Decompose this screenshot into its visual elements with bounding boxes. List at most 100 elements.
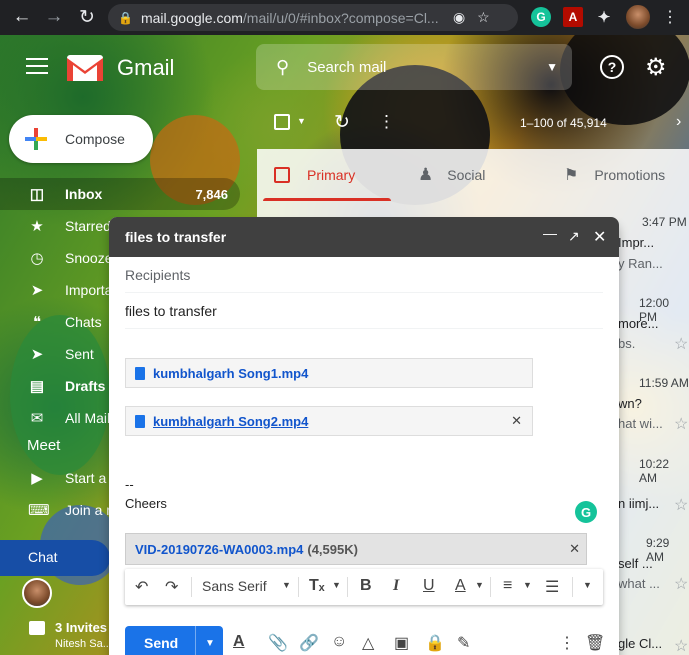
tab-primary[interactable]: Primary — [274, 149, 355, 201]
main-menu-icon[interactable] — [26, 58, 48, 76]
chat-avatar[interactable] — [22, 578, 52, 608]
select-dropdown-icon[interactable]: ▼ — [297, 116, 306, 126]
row-time: 10:22 AM — [639, 457, 670, 485]
video-attachment-name[interactable]: VID-20190726-WA0003.mp4 — [135, 542, 303, 557]
underline-icon[interactable]: U — [423, 577, 435, 595]
text-color-icon[interactable]: A — [455, 577, 466, 595]
reload-icon[interactable]: ↻ — [73, 3, 101, 31]
tab-promotions[interactable]: ⚑ Promotions — [564, 149, 665, 201]
insert-photo-icon[interactable]: ▣ — [394, 633, 409, 653]
italic-icon[interactable]: I — [393, 577, 399, 595]
send-button[interactable]: Send ▼ — [125, 626, 223, 655]
redo-icon[interactable]: ↷ — [165, 577, 178, 597]
remove-attachment-icon[interactable]: ✕ — [511, 413, 522, 429]
star-toggle-icon[interactable]: ☆ — [674, 636, 688, 655]
row-snippet[interactable]: self ... — [618, 556, 688, 571]
star-toggle-icon[interactable]: ☆ — [674, 574, 688, 594]
compose-label: Compose — [65, 131, 125, 147]
text-color-dropdown-icon[interactable]: ▼ — [475, 580, 484, 590]
confidential-mode-icon[interactable]: 🔒 — [425, 633, 445, 653]
select-all-checkbox[interactable] — [274, 114, 290, 130]
attachment-chip[interactable]: kumbhalgarh Song2.mp4 ✕ — [125, 406, 533, 436]
bold-icon[interactable]: B — [360, 577, 372, 595]
font-dropdown-icon[interactable]: ▼ — [282, 580, 291, 590]
grammarly-extension-icon[interactable]: G — [531, 7, 551, 27]
address-bar[interactable]: 🔒 mail.google.com/mail/u/0/#inbox?compos… — [108, 4, 518, 31]
row-snippet[interactable]: Impr... — [618, 235, 688, 250]
settings-gear-icon[interactable]: ⚙ — [645, 53, 667, 82]
attachment-name[interactable]: kumbhalgarh Song1.mp4 — [153, 366, 308, 381]
video-attachment-size: (4,595K) — [307, 541, 358, 557]
insert-link-icon[interactable]: 🔗 — [299, 633, 319, 653]
fullscreen-icon[interactable]: ↗ — [568, 228, 580, 245]
video-attachment-chip[interactable]: VID-20190726-WA0003.mp4 (4,595K) ✕ — [125, 533, 587, 565]
bookmark-star-icon[interactable]: ☆ — [477, 9, 490, 26]
search-bar[interactable]: ⚲ Search mail ▼ — [256, 44, 572, 90]
attach-file-icon[interactable]: 📎 — [268, 633, 288, 653]
next-page-icon[interactable]: › — [676, 113, 681, 131]
remove-attachment-icon[interactable]: ✕ — [569, 541, 580, 557]
draft-icon: ▤ — [29, 378, 45, 395]
align-dropdown-icon[interactable]: ▼ — [523, 580, 532, 590]
send-icon: ➤ — [30, 346, 44, 363]
profile-avatar[interactable] — [626, 5, 650, 29]
app-name: Gmail — [117, 55, 175, 80]
sidebar-item-inbox[interactable]: ◫ Inbox 7,846 — [0, 178, 240, 210]
toolbar-divider — [298, 577, 299, 597]
pagination-range: 1–100 of 45,914 — [520, 116, 607, 130]
search-input[interactable]: Search mail — [307, 59, 386, 76]
gmail-logo-icon — [67, 55, 103, 81]
videocam-icon: ▶ — [31, 470, 43, 487]
invites-label[interactable]: 3 Invites — [55, 620, 107, 635]
browser-menu-icon[interactable]: ⋮ — [656, 3, 684, 31]
emoji-icon[interactable]: ☺ — [331, 633, 347, 651]
text-size-icon[interactable]: Tₓ — [309, 577, 325, 595]
grammarly-icon[interactable]: G — [575, 501, 597, 523]
tab-social[interactable]: ♟ Social — [418, 149, 485, 201]
sidebar-item-label: Inbox — [65, 186, 103, 202]
recipients-field[interactable]: Recipients — [125, 257, 603, 293]
undo-icon[interactable]: ↶ — [135, 577, 148, 597]
discard-draft-icon[interactable]: 🗑 — [585, 633, 605, 653]
search-options-icon[interactable]: ▼ — [546, 60, 558, 74]
row-snippet[interactable]: more... — [618, 316, 688, 331]
toolbar-divider — [191, 577, 192, 597]
signature-pen-icon[interactable]: ✎ — [457, 633, 470, 653]
help-icon[interactable]: ? — [600, 55, 624, 79]
person-add-icon — [29, 621, 45, 635]
attachment-chip[interactable]: kumbhalgarh Song1.mp4 — [125, 358, 533, 388]
align-icon[interactable]: ≡ — [503, 577, 512, 595]
formatting-options-icon[interactable]: A — [233, 633, 245, 651]
pdf-extension-icon[interactable]: A — [563, 7, 583, 27]
numbered-list-icon[interactable]: ☰ — [545, 577, 559, 597]
compose-button[interactable]: Compose — [9, 115, 153, 163]
attachment-name[interactable]: kumbhalgarh Song2.mp4 — [153, 414, 308, 429]
subject-field[interactable]: files to transfer — [125, 293, 603, 329]
star-toggle-icon[interactable]: ☆ — [674, 334, 688, 354]
back-arrow-icon[interactable]: ← — [8, 3, 36, 31]
close-icon[interactable]: ✕ — [593, 227, 606, 247]
more-formatting-icon[interactable]: ▼ — [583, 580, 592, 590]
active-tab-indicator — [263, 198, 391, 201]
keyboard-icon: ⌨ — [28, 502, 50, 519]
chat-heading: Chat — [28, 549, 58, 565]
minimize-icon[interactable]: — — [543, 225, 557, 241]
refresh-icon[interactable]: ↻ — [334, 111, 350, 134]
schedule-send-dropdown-icon[interactable]: ▼ — [205, 638, 215, 649]
font-select[interactable]: Sans Serif — [202, 578, 267, 594]
extensions-puzzle-icon[interactable]: ✦ — [594, 7, 614, 27]
forward-arrow-icon[interactable]: → — [40, 3, 68, 31]
google-drive-icon[interactable]: △ — [362, 633, 374, 653]
toolbar-divider — [347, 577, 348, 597]
eye-icon[interactable]: ◉ — [453, 9, 465, 26]
text-size-dropdown-icon[interactable]: ▼ — [332, 580, 341, 590]
star-toggle-icon[interactable]: ☆ — [674, 495, 688, 515]
search-icon[interactable]: ⚲ — [276, 57, 289, 78]
more-options-icon[interactable]: ⋮ — [559, 633, 575, 653]
toolbar-divider — [490, 577, 491, 597]
sidebar-item-label: Drafts — [65, 378, 106, 394]
more-vert-icon[interactable]: ⋮ — [378, 112, 395, 132]
row-snippet[interactable]: y Ran... — [618, 256, 688, 271]
star-toggle-icon[interactable]: ☆ — [674, 414, 688, 434]
row-snippet[interactable]: wn? — [618, 396, 688, 411]
